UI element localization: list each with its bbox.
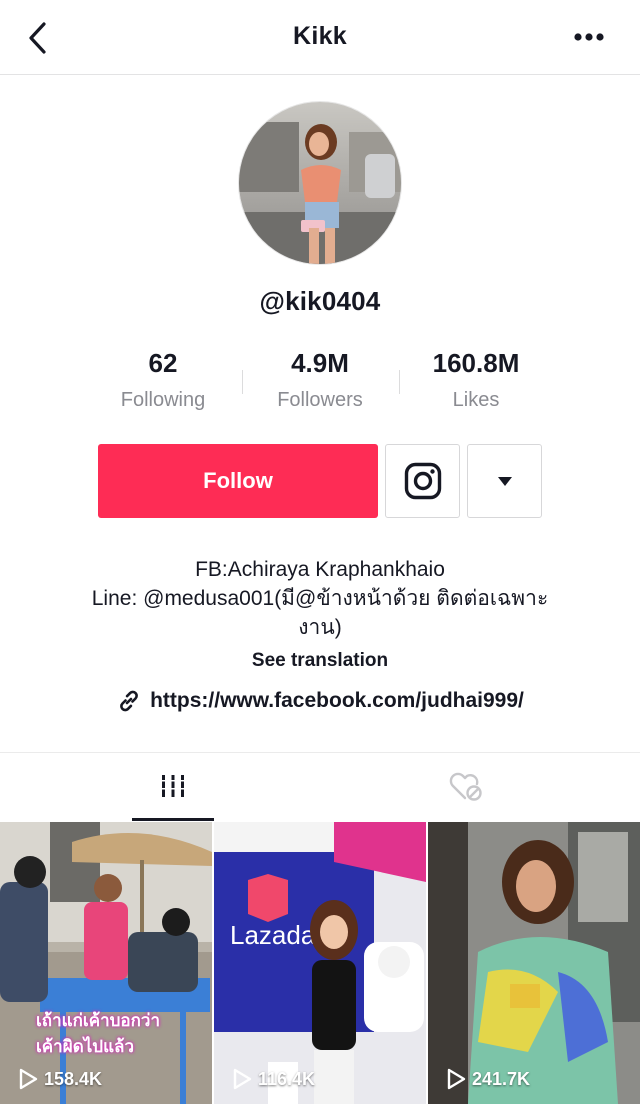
stat-label: Following [120, 389, 206, 411]
view-count-text: 116.4K [258, 1068, 316, 1089]
video-thumbnail-image [428, 822, 640, 1104]
more-options-button[interactable] [572, 26, 612, 48]
video-caption: เถ้าแก่เค้าบอกว่า เค้าผิดไปแล้ว [36, 1008, 160, 1060]
play-icon [233, 1068, 252, 1090]
instagram-icon [404, 462, 441, 500]
play-icon [447, 1068, 466, 1090]
sign-text: Lazada [230, 920, 316, 950]
bio: FB:Achiraya Kraphankhaio Line: @medusa00… [60, 555, 580, 642]
stat-following[interactable]: 62 Following [88, 348, 238, 412]
avatar[interactable] [238, 101, 402, 265]
stat-label: Likes [452, 389, 500, 411]
video-grid: เถ้าแก่เค้าบอกว่า เค้าผิดไปแล้ว 158.4K L… [0, 822, 640, 1104]
video-caption-line: เถ้าแก่เค้าบอกว่า [36, 1011, 161, 1030]
stat-divider [242, 370, 243, 394]
video-thumbnail-image: Lazada [214, 822, 426, 1104]
liked-hidden-icon [449, 772, 482, 801]
video-thumbnail[interactable]: Lazada 116.4K [214, 822, 426, 1104]
bio-line: FB:Achiraya Kraphankhaio [195, 558, 445, 581]
stat-value: 160.8M [432, 348, 520, 378]
stat-value: 4.9M [291, 348, 349, 378]
caret-down-icon [497, 477, 512, 486]
view-count: 241.7K [446, 1068, 530, 1090]
page-title: Kikk [292, 22, 347, 50]
video-caption-line: เค้าผิดไปแล้ว [36, 1037, 134, 1056]
view-count-text: 158.4K [44, 1068, 103, 1089]
grid-icon [159, 774, 187, 797]
stat-likes: 160.8M Likes [401, 348, 551, 412]
link-icon [120, 690, 138, 712]
bio-line: Line: @medusa001(มี@ข้างหน้าด้วย ติดต่อเ… [91, 587, 549, 610]
play-icon [19, 1068, 38, 1090]
follow-button[interactable]: Follow [98, 444, 378, 518]
video-thumbnail-image [0, 822, 212, 1104]
profile-link[interactable]: https://www.facebook.com/judhai999/ [0, 688, 640, 714]
view-count: 158.4K [18, 1068, 102, 1090]
tab-videos[interactable] [132, 753, 214, 821]
top-bar: Kikk [0, 0, 640, 75]
stat-label: Followers [277, 389, 363, 411]
instagram-button[interactable] [385, 444, 460, 518]
profile-tabs [0, 752, 640, 821]
suggested-accounts-button[interactable] [467, 444, 542, 518]
stat-divider [399, 370, 400, 394]
video-thumbnail[interactable]: 241.7K [428, 822, 640, 1104]
bio-line: งาน) [298, 616, 342, 639]
stat-value: 62 [148, 348, 178, 378]
more-icon [574, 33, 604, 41]
see-translation-link[interactable]: See translation [0, 650, 640, 672]
video-thumbnail[interactable]: เถ้าแก่เค้าบอกว่า เค้าผิดไปแล้ว 158.4K [0, 822, 212, 1104]
view-count: 116.4K [232, 1068, 315, 1090]
tab-liked[interactable] [425, 753, 507, 821]
username: @kik0404 [259, 286, 381, 316]
view-count-text: 241.7K [472, 1068, 531, 1089]
profile-link-text: https://www.facebook.com/judhai999/ [150, 689, 524, 712]
stat-followers[interactable]: 4.9M Followers [245, 348, 395, 412]
